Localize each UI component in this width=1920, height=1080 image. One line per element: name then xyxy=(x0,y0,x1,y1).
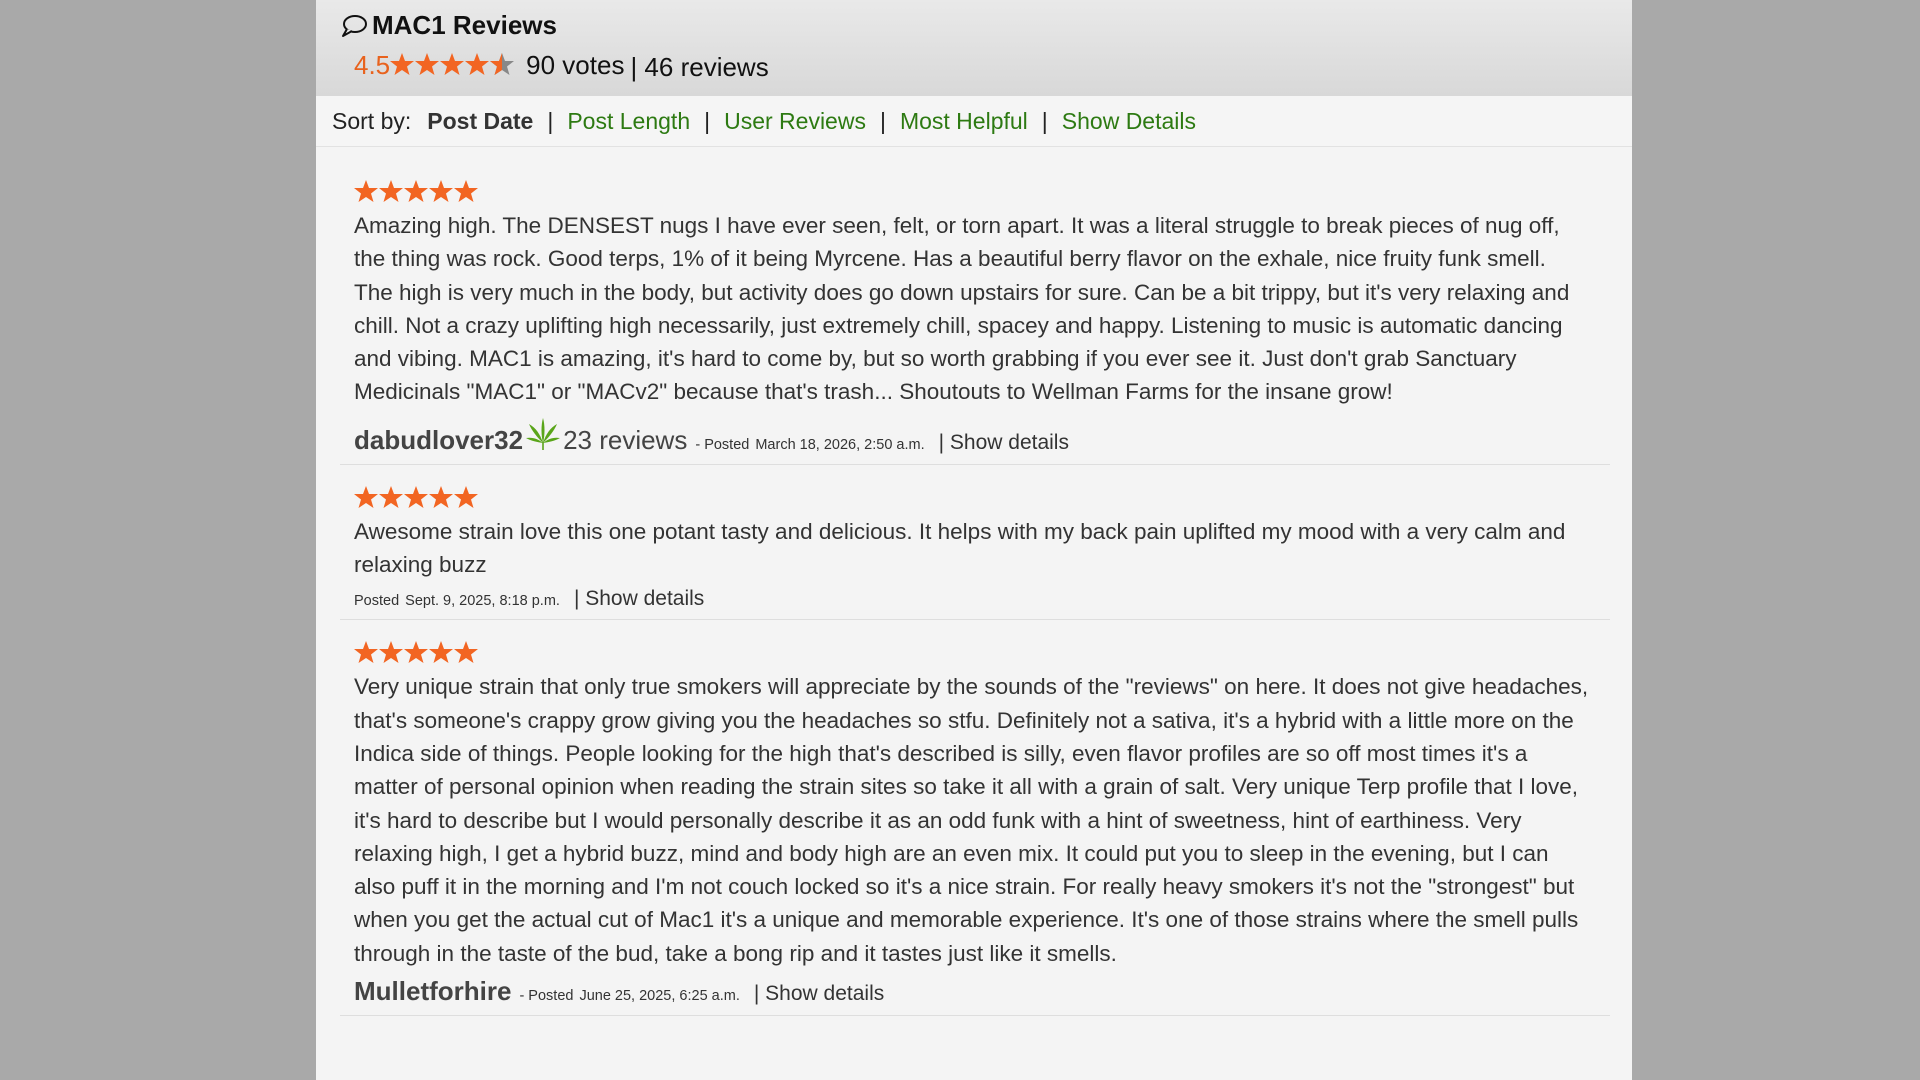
star-icon xyxy=(379,641,403,664)
post-date: Sept. 9, 2025, 8:18 p.m. xyxy=(405,593,560,610)
review-text: Awesome strain love this one potant tast… xyxy=(354,518,1566,578)
star-icon xyxy=(415,53,440,75)
review-item: Amazing high. The DENSEST nugs I have ev… xyxy=(340,147,1610,465)
show-details-toggle[interactable]: Show Details xyxy=(1062,108,1196,135)
star-icon xyxy=(440,53,465,75)
posted-label: Posted xyxy=(354,593,400,610)
sort-separator: | xyxy=(879,107,886,134)
half-star-icon xyxy=(490,53,515,75)
page-title: MAC1 Reviews xyxy=(372,10,557,40)
sort-separator: | xyxy=(547,107,554,134)
sort-user-reviews[interactable]: User Reviews xyxy=(724,108,866,135)
star-icon xyxy=(404,485,428,508)
author-review-count: 23 reviews xyxy=(563,424,688,455)
post-date: March 18, 2026, 2:50 a.m. xyxy=(755,436,925,453)
sort-bar: Sort by: Post Date | Post Length | User … xyxy=(316,96,1632,147)
star-icon xyxy=(454,485,478,508)
sort-most-helpful[interactable]: Most Helpful xyxy=(900,108,1028,135)
star-icon xyxy=(429,485,453,508)
posted-label: - Posted xyxy=(519,988,574,1005)
star-icon xyxy=(429,641,453,664)
reviews-panel: MAC1 Reviews 4.5 90 votes | 46 reviews S… xyxy=(316,0,1632,1080)
sort-post-date[interactable]: Post Date xyxy=(427,108,533,135)
sort-label: Sort by: xyxy=(332,107,412,134)
review-item: Awesome strain love this one potant tast… xyxy=(340,465,1610,621)
sort-post-length[interactable]: Post Length xyxy=(567,108,690,135)
reviews-count: | 46 reviews xyxy=(630,52,769,82)
post-date: June 25, 2025, 6:25 a.m. xyxy=(579,988,740,1005)
average-rating: 4.5 xyxy=(354,50,391,80)
title-row: MAC1 Reviews xyxy=(340,10,557,41)
votes-count: 90 votes xyxy=(526,50,625,80)
star-icon xyxy=(354,180,378,202)
review-stars xyxy=(354,485,478,508)
review-stars xyxy=(354,180,478,202)
posted-label: - Posted xyxy=(695,436,750,453)
review-text: Amazing high. The DENSEST nugs I have ev… xyxy=(354,213,1570,405)
review-author[interactable]: dabudlover32 xyxy=(354,425,523,456)
cannabis-leaf-icon xyxy=(526,417,561,450)
star-icon xyxy=(404,180,428,202)
show-details-link[interactable]: | Show details xyxy=(939,431,1069,455)
review-meta: dabudlover32 23 reviews - Posted March 1… xyxy=(354,415,1610,456)
review-meta: Posted Sept. 9, 2025, 8:18 p.m. | Show d… xyxy=(354,587,1610,611)
star-icon xyxy=(354,485,378,508)
sort-separator: | xyxy=(704,107,711,134)
average-rating-stars xyxy=(390,53,515,75)
star-icon xyxy=(390,53,415,75)
star-icon xyxy=(429,180,453,202)
star-icon xyxy=(404,641,428,664)
sort-separator: | xyxy=(1041,107,1048,134)
star-icon xyxy=(354,641,378,664)
star-icon xyxy=(465,53,490,75)
review-stars xyxy=(354,641,478,664)
review-author[interactable]: Mulletforhire xyxy=(354,976,511,1007)
star-icon xyxy=(454,641,478,664)
reviews-header: MAC1 Reviews 4.5 90 votes | 46 reviews xyxy=(316,0,1632,96)
speech-bubble-icon xyxy=(342,14,367,37)
show-details-link[interactable]: | Show details xyxy=(754,982,884,1006)
star-icon xyxy=(379,180,403,202)
rating-summary: 4.5 90 votes | 46 reviews xyxy=(354,48,769,82)
review-meta: Mulletforhire - Posted June 25, 2025, 6:… xyxy=(354,976,1610,1007)
review-text: Very unique strain that only true smoker… xyxy=(354,674,1589,966)
star-icon xyxy=(379,485,403,508)
star-icon xyxy=(454,180,478,202)
review-item: Very unique strain that only true smoker… xyxy=(340,620,1610,1017)
show-details-link[interactable]: | Show details xyxy=(574,587,704,611)
